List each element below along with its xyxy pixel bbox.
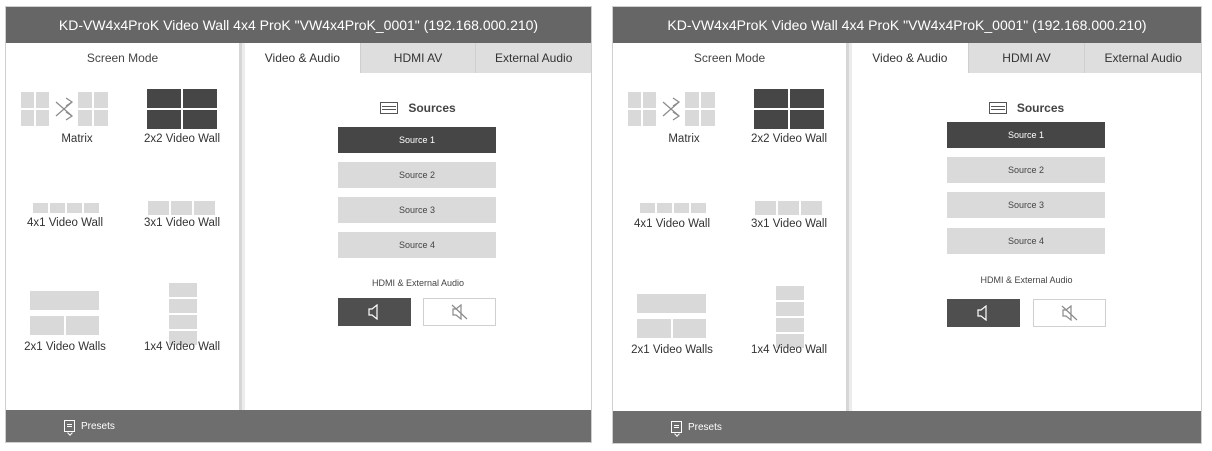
sources-header: Sources	[852, 101, 1201, 115]
unmute-button[interactable]	[338, 298, 411, 326]
video-wall-panel-2: KD-VW4x4ProK Video Wall 4x4 ProK "VW4x4P…	[612, 6, 1202, 444]
presets-bar[interactable]: Presets	[6, 410, 591, 442]
presets-icon	[671, 421, 682, 433]
mode-1x4-video-wall[interactable]: 1x4 Video Wall	[730, 286, 848, 376]
tab-video-audio[interactable]: Video & Audio	[245, 43, 360, 73]
source-1-button[interactable]: Source 1	[947, 122, 1105, 148]
sources-title: Sources	[408, 101, 456, 115]
mode-4x1-label: 4x1 Video Wall	[26, 217, 104, 229]
source-4-button[interactable]: Source 4	[338, 232, 496, 258]
mode-2x1-video-walls[interactable]: 2x1 Video Walls	[6, 283, 124, 373]
control-column: Video & Audio HDMI AV External Audio Sou…	[245, 43, 592, 410]
video-wall-2x1-icon	[6, 283, 124, 335]
screen-mode-title: Screen Mode	[86, 51, 159, 65]
tab-video-audio[interactable]: Video & Audio	[852, 43, 968, 73]
sources-header: Sources	[245, 101, 591, 115]
video-wall-2x2-icon	[123, 89, 241, 131]
video-wall-1x4-icon	[730, 286, 848, 348]
mode-1x4-video-wall[interactable]: 1x4 Video Wall	[123, 283, 241, 373]
source-2-button[interactable]: Source 2	[338, 162, 496, 188]
source-4-button[interactable]: Source 4	[947, 228, 1105, 254]
speaker-mute-icon	[1061, 305, 1077, 321]
mode-4x1-video-wall[interactable]: 4x1 Video Wall	[6, 191, 124, 281]
audio-label: HDMI & External Audio	[371, 278, 465, 288]
video-wall-panel-1: KD-VW4x4ProK Video Wall 4x4 ProK "VW4x4P…	[5, 6, 592, 443]
tab-hdmi-av[interactable]: HDMI AV	[967, 43, 1085, 73]
tab-external-audio[interactable]: External Audio	[475, 43, 592, 73]
control-column: Video & Audio HDMI AV External Audio Sou…	[852, 43, 1202, 411]
mode-3x1-label: 3x1 Video Wall	[143, 217, 221, 229]
tab-bar: Video & Audio HDMI AV External Audio	[852, 43, 1202, 73]
matrix-switch-icon	[625, 89, 743, 131]
presets-label: Presets	[688, 421, 722, 433]
mode-matrix[interactable]: Matrix	[625, 89, 743, 179]
video-wall-2x1-icon	[613, 286, 731, 338]
speaker-icon	[976, 305, 987, 321]
sources-icon	[988, 102, 1007, 114]
mode-matrix[interactable]: Matrix	[18, 89, 136, 179]
speaker-mute-icon	[451, 304, 467, 320]
mute-button[interactable]	[423, 298, 496, 326]
mode-3x1-label: 3x1 Video Wall	[750, 218, 828, 230]
mode-2x2-video-wall[interactable]: 2x2 Video Wall	[730, 89, 848, 179]
window-title: KD-VW4x4ProK Video Wall 4x4 ProK "VW4x4P…	[6, 7, 591, 43]
tab-external-audio[interactable]: External Audio	[1084, 43, 1202, 73]
screen-mode-title: Screen Mode	[693, 51, 766, 65]
audio-label: HDMI & External Audio	[980, 275, 1073, 285]
screen-mode-column: Screen Mode Matrix 2x2 Video Wall 4x1 Vi…	[613, 43, 849, 411]
mode-3x1-video-wall[interactable]: 3x1 Video Wall	[730, 193, 848, 283]
mode-2x2-label: 2x2 Video Wall	[750, 133, 828, 145]
source-3-button[interactable]: Source 3	[947, 192, 1105, 218]
source-2-button[interactable]: Source 2	[947, 157, 1105, 183]
sources-title: Sources	[1016, 101, 1065, 115]
matrix-switch-icon	[18, 89, 136, 131]
video-wall-2x2-icon	[730, 89, 848, 131]
mode-4x1-video-wall[interactable]: 4x1 Video Wall	[613, 193, 731, 283]
mode-3x1-video-wall[interactable]: 3x1 Video Wall	[123, 191, 241, 281]
mode-2x1-label: 2x1 Video Walls	[631, 344, 713, 356]
presets-bar[interactable]: Presets	[613, 411, 1201, 443]
mute-button[interactable]	[1033, 299, 1106, 327]
tab-bar: Video & Audio HDMI AV External Audio	[245, 43, 592, 73]
mode-2x2-label: 2x2 Video Wall	[143, 133, 221, 145]
mode-2x1-video-walls[interactable]: 2x1 Video Walls	[613, 286, 731, 376]
tab-hdmi-av[interactable]: HDMI AV	[359, 43, 476, 73]
mode-2x1-label: 2x1 Video Walls	[24, 341, 106, 353]
mode-matrix-label: Matrix	[668, 133, 700, 145]
unmute-button[interactable]	[947, 299, 1020, 327]
sources-icon	[380, 102, 399, 114]
mode-4x1-label: 4x1 Video Wall	[633, 218, 711, 230]
mode-2x2-video-wall[interactable]: 2x2 Video Wall	[123, 89, 241, 179]
source-1-button[interactable]: Source 1	[338, 127, 496, 153]
window-title: KD-VW4x4ProK Video Wall 4x4 ProK "VW4x4P…	[613, 7, 1201, 43]
presets-icon	[64, 420, 75, 432]
mode-1x4-label: 1x4 Video Wall	[750, 344, 828, 356]
speaker-icon	[367, 304, 378, 320]
source-3-button[interactable]: Source 3	[338, 197, 496, 223]
presets-label: Presets	[81, 420, 115, 432]
mode-matrix-label: Matrix	[61, 133, 93, 145]
video-wall-1x4-icon	[123, 283, 241, 345]
screen-mode-column: Screen Mode Matrix 2x2 Video Wall 4x1 Vi…	[6, 43, 242, 410]
mode-1x4-label: 1x4 Video Wall	[143, 341, 221, 353]
